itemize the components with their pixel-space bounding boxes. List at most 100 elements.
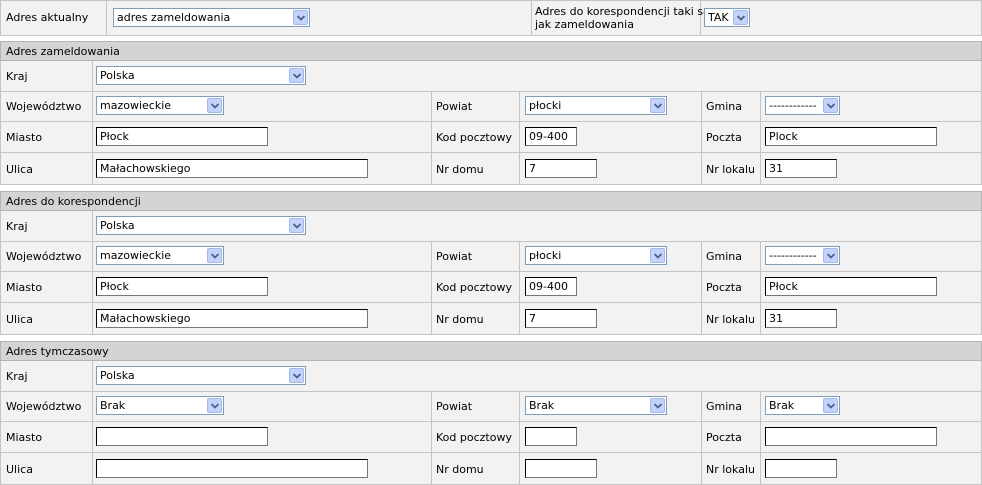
divider [531, 0, 532, 36]
divider [0, 241, 982, 242]
temporary-county-select[interactable]: Brak [525, 396, 667, 415]
temporary-voivodeship-select[interactable]: Brak [96, 396, 224, 415]
temporary-section-header [0, 341, 982, 361]
chevron-down-icon[interactable] [733, 10, 748, 25]
temporary-flat-number-input[interactable] [765, 459, 837, 478]
temporary-street-input[interactable] [96, 459, 368, 478]
chevron-down-icon[interactable] [650, 398, 665, 413]
commune-label: Gmina [706, 250, 743, 263]
house-number-label: Nr domu [436, 463, 484, 476]
correspondence-post-office-input[interactable]: Płock [765, 277, 937, 296]
country-label: Kraj [6, 370, 28, 383]
registered-country-select[interactable]: Polska [96, 66, 306, 85]
chevron-down-icon[interactable] [823, 248, 838, 263]
chevron-down-icon[interactable] [293, 10, 308, 25]
chevron-down-icon[interactable] [650, 248, 665, 263]
temporary-post-office-input[interactable] [765, 427, 937, 446]
divider [92, 361, 93, 485]
current-address-value: adres zameldowania [117, 11, 231, 24]
chevron-down-icon[interactable] [207, 248, 222, 263]
registered-voivodeship-select[interactable]: mazowieckie [96, 96, 224, 115]
registered-section-header [0, 41, 982, 61]
divider [0, 302, 982, 303]
chevron-down-icon[interactable] [289, 218, 304, 233]
divider [0, 452, 982, 453]
divider [760, 241, 761, 335]
county-label: Powiat [436, 400, 473, 413]
correspondence-commune-select[interactable]: ------------ [765, 246, 840, 265]
current-address-select[interactable]: adres zameldowania [113, 8, 310, 27]
registered-county-select[interactable]: płocki [525, 96, 667, 115]
temporary-city-input[interactable] [96, 427, 268, 446]
registered-commune-select-value: ------------ [769, 99, 817, 112]
correspondence-street-input[interactable]: Małachowskiego [96, 309, 368, 328]
temporary-country-select-value: Polska [100, 369, 135, 382]
registered-street-input[interactable]: Małachowskiego [96, 159, 368, 178]
voivodeship-label: Województwo [6, 400, 82, 413]
correspondence-country-select[interactable]: Polska [96, 216, 306, 235]
section-title: Adres zameldowania [6, 45, 120, 58]
divider [701, 91, 702, 185]
postcode-label: Kod pocztowy [436, 431, 512, 444]
correspondence-flat-number-input[interactable]: 31 [765, 309, 837, 328]
temporary-postcode-input[interactable] [525, 427, 577, 446]
post-office-label: Poczta [706, 281, 742, 294]
house-number-label: Nr domu [436, 313, 484, 326]
street-label: Ulica [6, 313, 33, 326]
post-office-label: Poczta [706, 431, 742, 444]
current-address-label: Adres aktualny [6, 11, 89, 24]
commune-label: Gmina [706, 400, 743, 413]
voivodeship-label: Województwo [6, 250, 82, 263]
correspondence-city-input[interactable]: Płock [96, 277, 268, 296]
city-label: Miasto [6, 431, 43, 444]
registered-house-number-input[interactable]: 7 [525, 159, 597, 178]
correspondence-house-number-input[interactable]: 7 [525, 309, 597, 328]
registered-postcode-input[interactable]: 09-400 [525, 127, 577, 146]
house-number-label: Nr domu [436, 163, 484, 176]
correspondence-country-select-value: Polska [100, 219, 135, 232]
street-label: Ulica [6, 463, 33, 476]
chevron-down-icon[interactable] [289, 368, 304, 383]
postcode-label: Kod pocztowy [436, 131, 512, 144]
temporary-country-select[interactable]: Polska [96, 366, 306, 385]
chevron-down-icon[interactable] [207, 98, 222, 113]
registered-country-select-value: Polska [100, 69, 135, 82]
correspondence-county-select-value: płocki [529, 249, 562, 262]
divider [760, 391, 761, 485]
chevron-down-icon[interactable] [823, 398, 838, 413]
registered-post-office-input[interactable]: Plock [765, 127, 937, 146]
registered-voivodeship-select-value: mazowieckie [100, 99, 172, 112]
chevron-down-icon[interactable] [289, 68, 304, 83]
temporary-county-select-value: Brak [529, 399, 555, 412]
chevron-down-icon[interactable] [207, 398, 222, 413]
flat-number-label: Nr lokalu [706, 313, 755, 326]
correspondence-county-select[interactable]: płocki [525, 246, 667, 265]
correspondence-voivodeship-select[interactable]: mazowieckie [96, 246, 224, 265]
temporary-voivodeship-select-value: Brak [100, 399, 126, 412]
temporary-commune-select[interactable]: Brak [765, 396, 840, 415]
divider [431, 91, 432, 185]
same-address-select[interactable]: TAK [704, 8, 750, 27]
postcode-label: Kod pocztowy [436, 281, 512, 294]
chevron-down-icon[interactable] [650, 98, 665, 113]
registered-city-input[interactable]: Płock [96, 127, 268, 146]
registered-flat-number-input[interactable]: 31 [765, 159, 837, 178]
temporary-commune-select-value: Brak [769, 399, 795, 412]
section-title: Adres tymczasowy [6, 345, 109, 358]
country-label: Kraj [6, 220, 28, 233]
registered-commune-select[interactable]: ------------ [765, 96, 840, 115]
divider [0, 152, 982, 153]
registered-county-select-value: płocki [529, 99, 562, 112]
correspondence-section-header [0, 191, 982, 211]
street-label: Ulica [6, 163, 33, 176]
temporary-house-number-input[interactable] [525, 459, 597, 478]
voivodeship-label: Województwo [6, 100, 82, 113]
chevron-down-icon[interactable] [823, 98, 838, 113]
city-label: Miasto [6, 281, 43, 294]
divider [431, 391, 432, 485]
county-label: Powiat [436, 100, 473, 113]
divider [519, 391, 520, 485]
correspondence-postcode-input[interactable]: 09-400 [525, 277, 577, 296]
post-office-label: Poczta [706, 131, 742, 144]
same-address-label-line2: jak zameldowania [535, 18, 634, 31]
